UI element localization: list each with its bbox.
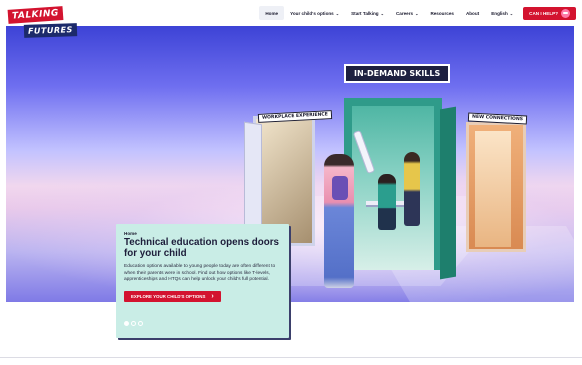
nav-item-label: Resources (430, 10, 454, 16)
intro-text: Education options available to young peo… (124, 264, 276, 283)
cta-label: EXPLORE YOUR CHILD'S OPTIONS (131, 293, 206, 299)
nav-item-label: Home (265, 10, 279, 16)
sign-in-demand-skills: IN-DEMAND SKILLS (344, 64, 451, 83)
nav-item-label: Start Talking (351, 10, 379, 16)
chat-bubble-icon (561, 8, 570, 18)
language-selector[interactable]: English ⌄ (485, 6, 519, 20)
chevron-down-icon: ⌄ (380, 10, 384, 16)
logo-line-2: FUTURES (23, 23, 78, 38)
can-i-help-button[interactable]: CAN I HELP? (523, 6, 576, 20)
hero-banner: WORKPLACE EXPERIENCE IN-DEMAND SKILLS NE… (6, 26, 574, 302)
carousel-dot-1[interactable] (124, 321, 129, 326)
nav-item-resources[interactable]: Resources (424, 6, 460, 20)
carousel-dot-2[interactable] (131, 321, 136, 326)
door-interior (475, 131, 511, 247)
hero-card: Home Technical education opens doors for… (116, 224, 289, 338)
nav-item-home[interactable]: Home (259, 6, 285, 20)
nav-item-your-childs-options[interactable]: Your child's options ⌄ (284, 6, 345, 20)
nav-item-label: Careers (395, 10, 414, 16)
nav-item-careers[interactable]: Careers ⌄ (390, 6, 424, 20)
chevron-down-icon: ⌄ (509, 10, 514, 16)
help-button-label: CAN I HELP? (529, 10, 558, 16)
person-standing-illustration (404, 152, 420, 226)
divider (0, 357, 582, 358)
nav-item-about[interactable]: About (460, 6, 485, 20)
carousel-dots (124, 321, 143, 326)
girl-with-backpack-illustration (324, 154, 354, 288)
nav-item-start-talking[interactable]: Start Talking ⌄ (345, 6, 390, 20)
chevron-right-icon: › (211, 292, 214, 300)
backpack-illustration (332, 176, 348, 200)
logo-line-1: TALKING (7, 6, 64, 24)
site-header: TALKING FUTURES Home Your child's option… (0, 0, 582, 38)
breadcrumb[interactable]: Home (124, 231, 281, 236)
page-title: Technical education opens doors for your… (124, 237, 279, 259)
nav-item-label: About (465, 10, 480, 16)
nav-item-label: Your child's options (290, 10, 334, 16)
main-nav: Home Your child's options ⌄ Start Talkin… (259, 6, 576, 20)
page: TALKING FUTURES Home Your child's option… (0, 0, 582, 365)
door-new-connections (466, 122, 526, 252)
sign-workplace-experience: WORKPLACE EXPERIENCE (257, 110, 333, 123)
chevron-down-icon: ⌄ (415, 10, 419, 16)
person-seated-illustration (378, 174, 396, 230)
carousel-dot-3[interactable] (138, 321, 143, 326)
explore-options-button[interactable]: EXPLORE YOUR CHILD'S OPTIONS › (124, 290, 221, 302)
chevron-down-icon: ⌄ (335, 10, 340, 16)
language-label: English (491, 10, 508, 16)
door-leaf (440, 106, 456, 280)
talking-futures-logo[interactable]: TALKING FUTURES (7, 6, 78, 48)
